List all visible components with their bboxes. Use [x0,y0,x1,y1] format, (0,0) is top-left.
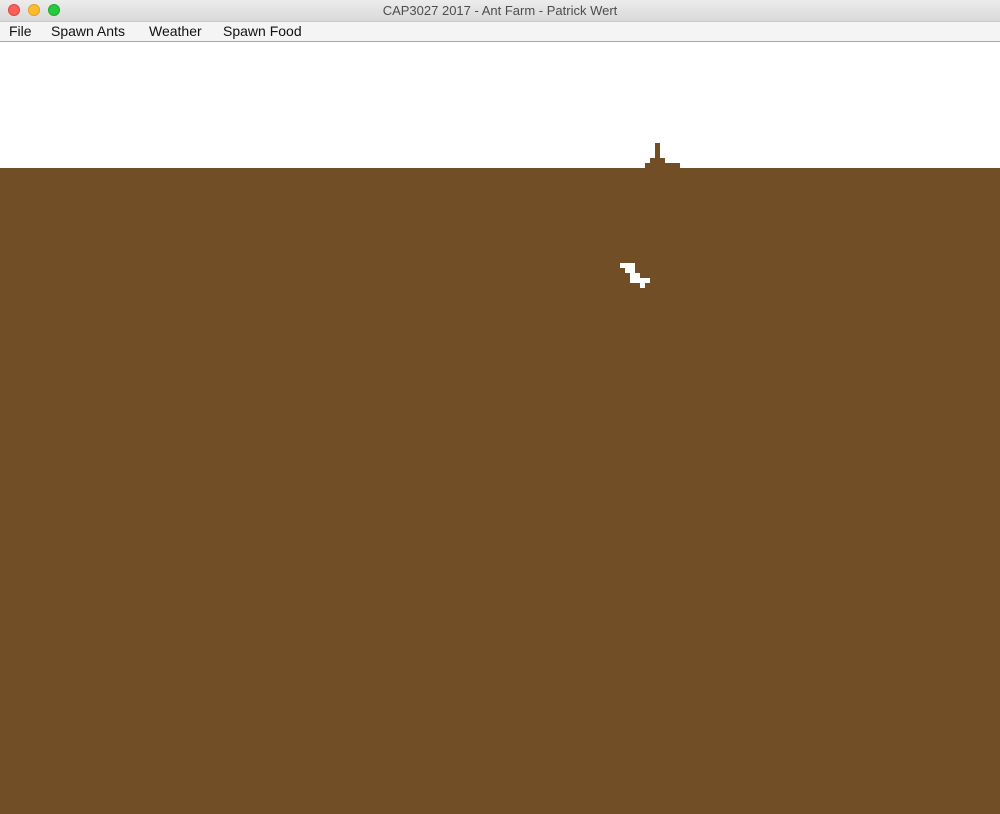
dirt-ground[interactable] [0,168,1000,814]
app-window: CAP3027 2017 - Ant Farm - Patrick Wert F… [0,0,1000,814]
menu-weather[interactable]: Weather [149,23,202,39]
menu-spawn-food[interactable]: Spawn Food [223,23,302,39]
menu-bar: File Spawn Ants Weather Spawn Food [0,22,1000,42]
menu-file[interactable]: File [9,23,32,39]
title-bar[interactable]: CAP3027 2017 - Ant Farm - Patrick Wert [0,0,1000,22]
window-title: CAP3027 2017 - Ant Farm - Patrick Wert [382,3,618,18]
menu-spawn-ants[interactable]: Spawn Ants [51,23,125,39]
sky-area [0,42,1000,168]
